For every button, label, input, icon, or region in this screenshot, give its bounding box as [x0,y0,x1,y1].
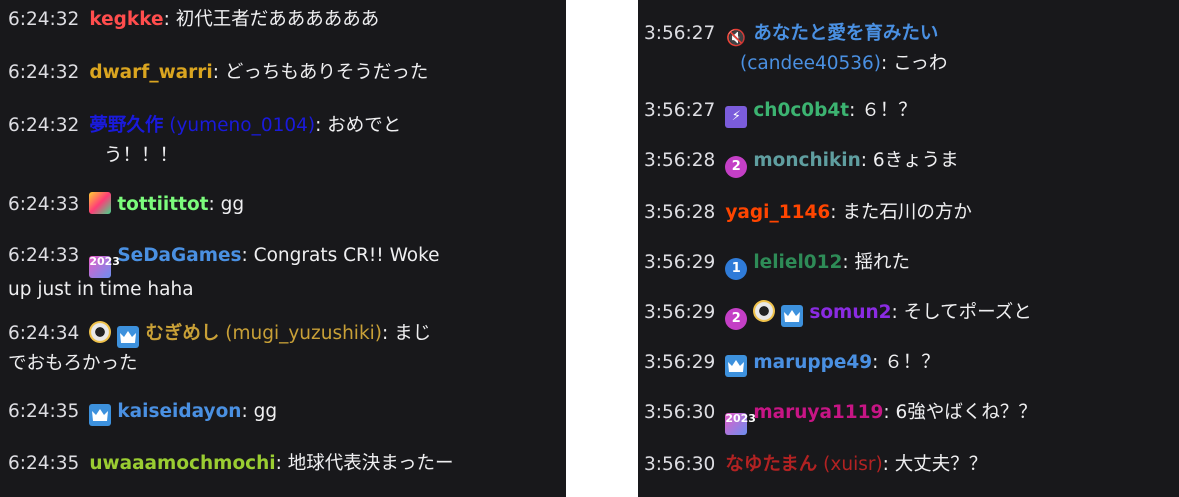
chat-message: 3:56:29 1 leliel012: 揺れた [644,245,1173,281]
username[interactable]: leliel012 [753,252,842,273]
timestamp: 3:56:29 [644,352,716,373]
chat-message: 3:56:28 2 monchikin: 6きょうま [644,143,1173,179]
timestamp: 3:56:28 [644,202,716,223]
username[interactable]: 夢野久作 [89,115,163,136]
message-text: Congrats CR!! Woke [253,245,440,266]
message-text: まじ [394,323,432,344]
sun-emblem-badge-icon[interactable] [753,300,776,322]
timestamp: 6:24:35 [8,453,80,474]
crown-badge-icon[interactable] [117,326,140,348]
chat-message: 6:24:33 2023SeDaGames: Congrats CR!! Woke… [8,238,560,306]
muted-speaker-icon[interactable]: 🔇 [725,27,747,49]
chat-message: 6:24:34 むぎめし (mugi_yuzushiki): まじ でおもろかった [8,316,560,380]
chat-message: 6:24:32 kegkke: 初代王者だああああああ [8,9,380,30]
username[interactable]: yagi_1146 [725,202,830,223]
username[interactable]: uwaaamochmochi [89,453,275,474]
message-text: ６！？ [884,352,940,373]
message-text: 大丈夫？？ [894,454,988,475]
chat-message: 3:56:30 なゆたまん (xuisr): 大丈夫？？ [644,454,988,475]
chat-message: 6:24:32 dwarf_warri: どっちもありそうだった [8,62,429,83]
glitch-emote-badge-icon[interactable] [89,192,112,214]
username[interactable]: maruya1119 [753,402,883,423]
chat-message: 3:56:28 yagi_1146: また石川の方か [644,202,972,223]
timestamp: 3:56:29 [644,252,716,273]
sun-emblem-badge-icon[interactable] [89,321,112,343]
timestamp: 6:24:32 [8,115,80,136]
timestamp: 3:56:27 [644,100,716,121]
message-text: どっちもありそうだった [224,62,429,83]
username[interactable]: maruppe49 [753,352,872,373]
message-text: そしてポーズと [903,302,1032,323]
username[interactable]: ch0c0b4t [753,100,849,121]
user-login: (candee40536) [740,53,882,74]
timestamp: 6:24:33 [8,194,80,215]
chat-message: 6:24:35 kaiseidayon: gg [8,394,560,430]
chat-message: 3:56:29 maruppe49: ６！？ [644,345,1173,381]
message-text: gg [253,401,278,422]
subscriber-1-badge-icon[interactable]: 1 [725,258,748,280]
message-text: こっわ [893,53,948,74]
message-text: また石川の方か [842,202,972,223]
username[interactable]: なゆたまん [725,454,817,475]
crown-badge-icon[interactable] [89,404,112,426]
message-continued: (candee40536): こっわ [740,53,948,74]
message-text: おめでと [327,115,402,136]
message-text: 地球代表決まったー [287,453,454,474]
message-text-continued: でおもろかった [8,353,138,374]
timestamp: 3:56:28 [644,150,716,171]
timestamp: 3:56:30 [644,402,716,423]
timestamp: 3:56:30 [644,454,716,475]
chat-message: 3:56:30 2023maruya1119: 6強やばくね？？ [644,395,1173,435]
username[interactable]: kaiseidayon [117,401,241,422]
message-text: gg [220,194,245,215]
username[interactable]: kegkke [89,9,163,30]
timestamp: 6:24:32 [8,9,80,30]
crown-badge-icon[interactable] [781,305,804,327]
user-login: (yumeno_0104) [169,115,316,136]
username[interactable]: SeDaGames [117,245,241,266]
year-2023-badge-icon[interactable]: 2023 [725,413,756,435]
username[interactable]: monchikin [753,150,860,171]
chat-panel-right: 3:56:27 🔇 あなたと愛を育みたい (candee40536): こっわ 3:… [638,0,1179,497]
chat-message: 3:56:27 🔇 あなたと愛を育みたい (candee40536): こっわ [644,16,1173,80]
chat-message: 6:24:33 tottiittot: gg [8,192,245,215]
message-text: 初代王者だああああああ [175,9,380,30]
prime-battery-badge-icon[interactable]: ⚡ [725,106,748,128]
message-text: 6きょうま [872,150,959,171]
message-text: 揺れた [854,252,911,273]
chat-message: 3:56:29 2 somun2: そしてポーズと [644,295,1173,331]
timestamp: 6:24:33 [8,245,80,266]
timestamp: 6:24:34 [8,323,80,344]
message-text-continued: う！！！ [104,145,179,166]
message-text: ６！？ [861,100,917,121]
timestamp: 6:24:35 [8,401,80,422]
username[interactable]: あなたと愛を育みたい [753,23,938,44]
chat-panel-left: 6:24:32 kegkke: 初代王者だああああああ 6:24:32 dwarf_… [0,0,566,497]
username[interactable]: むぎめし [145,323,219,344]
timestamp: 3:56:29 [644,302,716,323]
message-text-continued: up just in time haha [8,279,194,300]
timestamp: 3:56:27 [644,23,716,44]
chat-message: 6:24:35 uwaaamochmochi: 地球代表決まったー [8,453,454,474]
username[interactable]: tottiittot [117,194,208,215]
message-text: 6強やばくね？？ [895,402,1037,423]
subscriber-2-badge-icon[interactable]: 2 [725,156,748,178]
crown-badge-icon[interactable] [725,355,748,377]
chat-message: 3:56:27 ⚡ ch0c0b4t: ６！？ [644,93,1173,129]
user-login: (xuisr) [823,454,883,475]
username[interactable]: dwarf_warri [89,62,212,83]
user-login: (mugi_yuzushiki) [225,323,383,344]
timestamp: 6:24:32 [8,62,80,83]
chat-message: 6:24:32 夢野久作 (yumeno_0104): おめでと う！！！ [8,108,560,172]
subscriber-2-badge-icon[interactable]: 2 [725,308,748,330]
username[interactable]: somun2 [809,302,891,323]
